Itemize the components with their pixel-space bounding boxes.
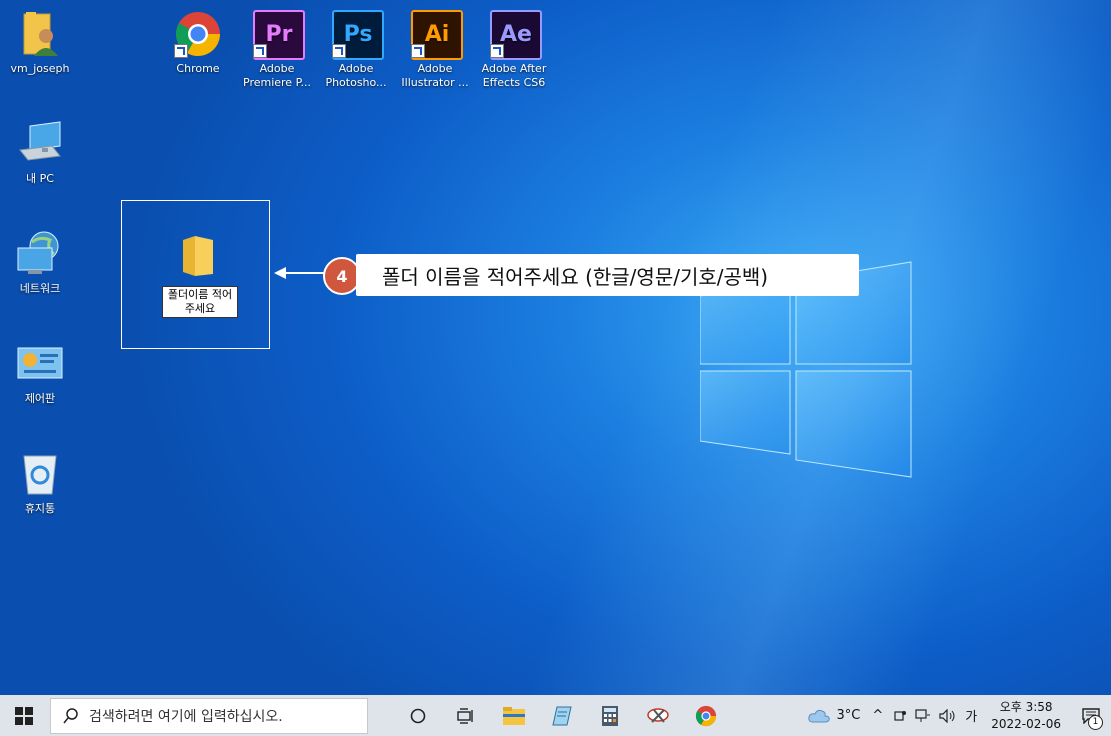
shortcut-arrow-icon — [411, 44, 425, 58]
desktop-icon-label: 휴지통 — [24, 502, 56, 515]
desktop-icon-label: Adobe Illustrator ... — [401, 62, 469, 89]
instruction-callout: 폴더 이름을 적어주세요 (한글/영문/기호/공백) — [356, 254, 859, 296]
recycle-bin-icon — [16, 450, 64, 498]
desktop-wallpaper — [0, 0, 1111, 736]
weather-temperature[interactable]: 3°C — [837, 708, 861, 723]
system-tray: 3°C ^ 가 오후 3:58 2022-02-06 1 — [807, 695, 1111, 736]
task-view-icon — [457, 707, 473, 724]
photoshop-icon: Ps — [332, 10, 384, 60]
chrome-icon — [174, 10, 222, 58]
taskbar-snipping-tool[interactable] — [634, 695, 682, 736]
desktop-icon-chrome[interactable]: Chrome — [158, 10, 238, 76]
calculator-icon — [602, 705, 618, 726]
illustrator-icon: Ai — [411, 10, 463, 60]
file-explorer-icon — [503, 706, 525, 725]
after-effects-icon: Ae — [490, 10, 542, 60]
search-placeholder: 검색하려면 여기에 입력하십시오. — [89, 708, 283, 725]
clock-date: 2022-02-06 — [991, 716, 1061, 731]
clock-time: 오후 3:58 — [999, 699, 1053, 714]
windows-start-icon — [15, 706, 33, 725]
desktop-icon-control-panel[interactable]: 제어판 — [0, 340, 80, 406]
desktop-icon-label: 제어판 — [24, 392, 56, 405]
desktop-icon-premiere[interactable]: Pr Adobe Premiere P... — [237, 10, 317, 90]
cortana-circle-icon — [410, 708, 426, 723]
shortcut-arrow-icon — [490, 44, 504, 58]
taskbar-clock[interactable]: 오후 3:58 2022-02-06 — [991, 699, 1061, 733]
desktop-icon-label: vm_joseph — [10, 62, 70, 75]
taskbar-chrome[interactable] — [682, 695, 730, 736]
desktop-icon-user-folder[interactable]: vm_joseph — [0, 10, 80, 76]
action-center-button[interactable]: 1 — [1071, 695, 1111, 736]
snipping-tool-icon — [647, 707, 669, 723]
taskbar-calculator[interactable] — [586, 695, 634, 736]
taskbar-file-explorer[interactable] — [490, 695, 538, 736]
volume-icon[interactable] — [939, 708, 957, 723]
search-icon — [63, 707, 78, 723]
input-method-indicator[interactable]: 가 — [965, 706, 977, 725]
premiere-icon: Pr — [253, 10, 305, 60]
desktop-icon-label: Adobe After Effects CS6 — [481, 62, 547, 89]
control-panel-icon — [16, 340, 64, 388]
shortcut-arrow-icon — [332, 44, 346, 58]
desktop-icon-network[interactable]: 네트워크 — [0, 230, 80, 296]
taskbar-search-box[interactable]: 검색하려면 여기에 입력하십시오. — [50, 697, 368, 734]
desktop-icon-illustrator[interactable]: Ai Adobe Illustrator ... — [395, 10, 475, 90]
notification-count-badge: 1 — [1088, 715, 1103, 730]
new-folder-item[interactable]: 폴더이름 적어주세요 — [162, 232, 238, 318]
desktop-icon-recycle-bin[interactable]: 휴지통 — [0, 450, 80, 516]
meet-now-icon[interactable] — [893, 709, 907, 723]
network-icon — [16, 230, 64, 278]
cortana-button[interactable] — [394, 695, 442, 736]
chrome-icon — [695, 705, 717, 726]
desktop-icon-label: 내 PC — [26, 172, 54, 185]
folder-icon — [183, 236, 213, 276]
desktop-icon-label: Adobe Premiere P... — [243, 62, 311, 89]
folder-name-input[interactable]: 폴더이름 적어주세요 — [162, 286, 238, 318]
user-folder-icon — [16, 10, 64, 58]
start-button[interactable] — [0, 695, 48, 736]
desktop-icon-photoshop[interactable]: Ps Adobe Photosho... — [316, 10, 396, 90]
desktop-icon-label: 네트워크 — [19, 282, 61, 295]
shortcut-arrow-icon — [174, 44, 188, 58]
taskbar-notepad-app[interactable] — [538, 695, 586, 736]
shortcut-arrow-icon — [253, 44, 267, 58]
show-hidden-icons-chevron-icon[interactable]: ^ — [872, 708, 883, 723]
notepad-icon — [552, 706, 572, 725]
computer-icon — [16, 120, 64, 168]
weather-cloud-icon[interactable] — [807, 708, 831, 724]
network-status-icon[interactable] — [915, 708, 931, 723]
desktop-icon-this-pc[interactable]: 내 PC — [0, 120, 80, 186]
task-view-button[interactable] — [442, 695, 490, 736]
desktop-icon-label: Chrome — [176, 62, 220, 75]
taskbar: 검색하려면 여기에 입력하십시오. 3°C ^ 가 오후 3:58 2022-0… — [0, 695, 1111, 736]
desktop-icon-after-effects[interactable]: Ae Adobe After Effects CS6 — [474, 10, 554, 90]
desktop-icon-label: Adobe Photosho... — [325, 62, 387, 89]
